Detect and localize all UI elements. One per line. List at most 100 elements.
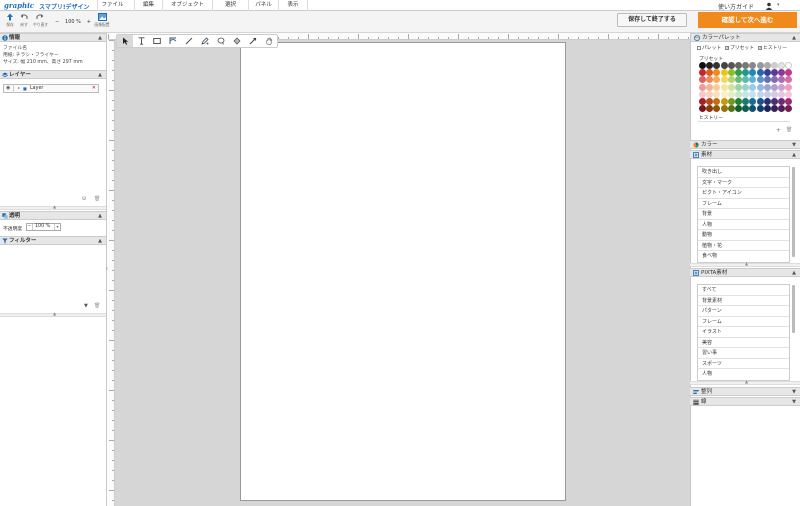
color-swatch[interactable] xyxy=(706,90,714,98)
eye-icon[interactable]: ◉ xyxy=(6,85,10,91)
panel-resize-handle[interactable]: ▲ xyxy=(0,311,106,317)
line-tool-icon[interactable] xyxy=(181,35,197,47)
fill-tool-icon[interactable] xyxy=(229,35,245,47)
color-swatch[interactable] xyxy=(720,83,728,91)
list-item[interactable]: スポーツ xyxy=(698,359,789,369)
filter-icon[interactable]: ▼ xyxy=(84,303,88,309)
list-item[interactable]: 背景 xyxy=(698,209,789,220)
list-item[interactable]: イラスト xyxy=(698,327,789,338)
list-item[interactable]: フレーム xyxy=(698,199,789,209)
confirm-and-next-button[interactable]: 確認して次へ進む xyxy=(698,12,797,28)
color-swatch[interactable] xyxy=(742,90,750,98)
color-swatch[interactable] xyxy=(771,83,778,91)
menu-object[interactable]: オブジェクト xyxy=(162,0,212,11)
collapse-icon[interactable]: ▲ xyxy=(792,34,796,42)
color-swatch[interactable] xyxy=(756,105,764,113)
list-item[interactable]: フレーム xyxy=(698,317,789,327)
color-swatch[interactable] xyxy=(756,83,764,91)
layer-row[interactable]: ◉ ▸ ■ Layer ✕ xyxy=(3,84,99,93)
opacity-input[interactable]: − 100 % ▾ xyxy=(26,223,61,231)
collapse-icon[interactable]: ▲ xyxy=(98,212,102,220)
color-swatch[interactable] xyxy=(756,98,764,105)
color-swatch[interactable] xyxy=(756,69,764,77)
color-swatch[interactable] xyxy=(749,83,757,91)
hand-tool-icon[interactable] xyxy=(261,35,277,47)
list-item[interactable]: 人物 xyxy=(698,220,789,230)
menu-view[interactable]: 表示 xyxy=(278,0,308,11)
checkbox-checked-icon[interactable]: ✓ xyxy=(758,45,762,50)
list-item[interactable]: 背景素材 xyxy=(698,296,789,306)
color-swatch[interactable] xyxy=(763,83,771,91)
filter-panel-header[interactable]: フィルター ▲ xyxy=(0,236,106,245)
chevron-down-icon[interactable]: ▾ xyxy=(777,2,780,8)
list-item[interactable]: 美容 xyxy=(698,338,789,348)
color-swatch[interactable] xyxy=(699,90,706,98)
menu-edit[interactable]: 編集 xyxy=(134,0,162,11)
list-item[interactable]: すべて xyxy=(698,285,789,296)
layer-name[interactable]: Layer xyxy=(30,86,43,91)
checkbox-checked-icon[interactable]: ✓ xyxy=(725,45,729,50)
list-item[interactable]: 吹き出し xyxy=(698,167,789,178)
delete-layer-icon[interactable]: ✕ xyxy=(92,85,96,91)
color-swatch[interactable] xyxy=(771,90,778,98)
list-item[interactable]: 習い事 xyxy=(698,348,789,359)
shape-tool-icon[interactable] xyxy=(165,35,181,47)
color-swatch[interactable] xyxy=(720,98,728,105)
design-page[interactable] xyxy=(240,42,566,501)
expand-icon[interactable]: ▼ xyxy=(792,141,796,149)
lasso-tool-icon[interactable] xyxy=(213,35,229,47)
menu-panel[interactable]: パネル xyxy=(248,0,278,11)
color-swatch[interactable] xyxy=(763,90,771,98)
list-item[interactable]: 動物 xyxy=(698,230,789,241)
pen-tool-icon[interactable] xyxy=(197,35,213,47)
materials-panel-header[interactable]: 素材 ▲ xyxy=(690,150,800,159)
help-guide-link[interactable]: 使い方ガイド xyxy=(718,2,754,11)
color-swatch[interactable] xyxy=(720,105,728,113)
color-swatch[interactable] xyxy=(756,62,764,69)
color-swatch[interactable] xyxy=(763,105,771,113)
list-item[interactable]: パターン xyxy=(698,306,789,317)
redo-button[interactable]: やり直す xyxy=(33,13,48,31)
pixta-scrollbar[interactable] xyxy=(792,285,795,333)
palette-checkbox[interactable]: パレット xyxy=(697,44,721,51)
color-swatch[interactable] xyxy=(763,62,771,69)
align-panel-header[interactable]: 整列 ▼ xyxy=(690,387,800,396)
select-tool-icon[interactable] xyxy=(117,35,133,47)
collapse-left-panel-icon[interactable]: ‹ xyxy=(106,266,108,272)
opacity-panel-header[interactable]: 透明 ▲ xyxy=(0,211,106,220)
preset-checkbox[interactable]: ✓ プリセット xyxy=(725,44,754,51)
color-swatch[interactable] xyxy=(727,90,735,98)
list-item[interactable]: 人物 xyxy=(698,369,789,380)
expand-arrow-icon[interactable]: ▸ xyxy=(18,85,20,90)
trash-icon[interactable]: 🗑 xyxy=(786,127,792,133)
text-tool-icon[interactable] xyxy=(133,35,149,47)
color-swatch[interactable] xyxy=(778,83,786,91)
place-image-button[interactable]: 画像配置 xyxy=(94,13,110,31)
menu-select[interactable]: 選択 xyxy=(212,0,248,11)
menu-file[interactable]: ファイル xyxy=(97,0,127,11)
color-swatch[interactable] xyxy=(720,90,728,98)
list-item[interactable]: ピクト・アイコン xyxy=(698,188,789,199)
save-button[interactable]: 保存 xyxy=(3,13,17,31)
color-palette-header[interactable]: カラーパレット ▲ xyxy=(691,33,800,42)
color-swatch[interactable] xyxy=(706,83,714,91)
layers-scrollbar[interactable] xyxy=(100,81,105,191)
color-swatch[interactable] xyxy=(742,83,750,91)
color-swatch[interactable] xyxy=(756,76,764,84)
list-item[interactable]: 食べ物 xyxy=(698,251,789,262)
color-swatch[interactable] xyxy=(778,90,786,98)
color-swatch[interactable] xyxy=(727,98,735,105)
rectangle-tool-icon[interactable] xyxy=(149,35,165,47)
color-swatch[interactable] xyxy=(735,62,742,69)
zoom-level[interactable]: 100 % xyxy=(65,17,81,27)
color-swatch[interactable] xyxy=(763,69,771,77)
zoom-out-button[interactable]: − xyxy=(55,17,59,27)
collapse-icon[interactable]: ▲ xyxy=(792,269,796,277)
info-panel-header[interactable]: 情報 ▲ xyxy=(0,33,106,42)
undo-button[interactable]: 戻す xyxy=(17,13,31,31)
color-swatch[interactable] xyxy=(699,98,706,105)
color-swatch[interactable] xyxy=(727,83,735,91)
materials-scrollbar[interactable] xyxy=(792,167,795,257)
color-swatch[interactable] xyxy=(720,76,728,84)
panel-resize-handle[interactable]: ▲ xyxy=(0,204,106,210)
